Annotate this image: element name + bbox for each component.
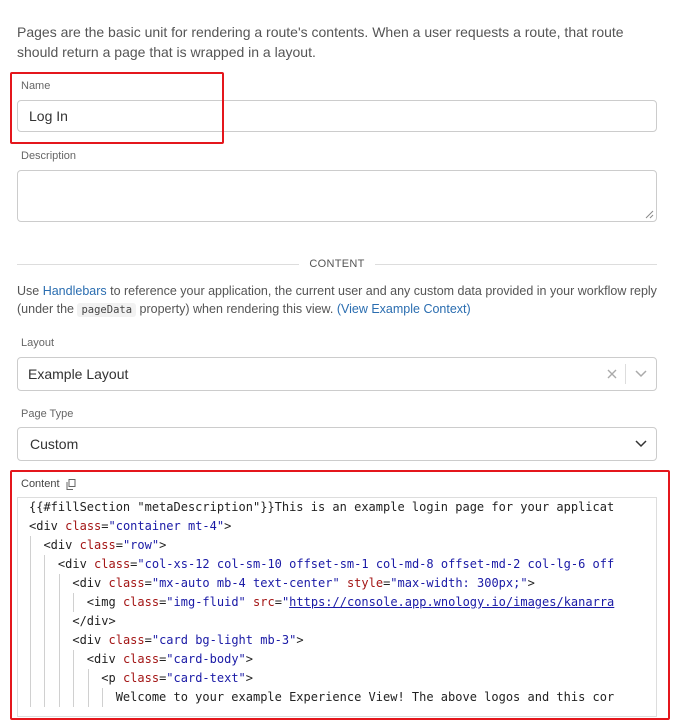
indent-guide xyxy=(30,688,31,707)
content-divider-label: CONTENT xyxy=(309,258,365,270)
indent-guide xyxy=(58,688,60,707)
view-example-context-link[interactable]: (View Example Context) xyxy=(337,302,471,316)
code-line: </div> xyxy=(18,612,656,631)
pagedata-code: pageData xyxy=(77,303,137,317)
page-type-label: Page Type xyxy=(21,408,74,420)
intro-text: Pages are the basic unit for rendering a… xyxy=(17,24,624,60)
content-label: Content xyxy=(21,478,60,490)
copy-icon[interactable] xyxy=(66,478,76,490)
indent-guide xyxy=(87,688,89,707)
indent-guide xyxy=(44,555,46,574)
code-line: <div class="container mt-4"> xyxy=(29,519,232,533)
page-type-select[interactable]: Custom xyxy=(17,427,657,461)
description-textarea[interactable] xyxy=(17,170,657,222)
name-input[interactable]: Log In xyxy=(17,100,657,132)
indent-guide xyxy=(58,612,60,631)
resize-grip-icon[interactable] xyxy=(645,210,654,219)
indent-guide xyxy=(44,631,46,650)
chevron-down-icon[interactable] xyxy=(626,428,656,460)
indent-guide xyxy=(44,669,46,688)
layout-select[interactable]: Example Layout xyxy=(17,357,657,391)
indent-guide xyxy=(44,688,46,707)
content-label-row: Content xyxy=(21,478,76,490)
layout-label: Layout xyxy=(21,337,55,349)
code-line: <img class="img-fluid" src="https://cons… xyxy=(18,593,656,612)
indent-guide xyxy=(58,593,60,612)
indent-guide xyxy=(30,593,31,612)
indent-guide xyxy=(44,593,46,612)
indent-guide xyxy=(30,555,31,574)
code-line: <div class="row"> xyxy=(18,536,656,555)
divider-line-left xyxy=(17,263,300,265)
help-prefix: Use xyxy=(17,284,43,298)
content-code-editor[interactable]: {{#fillSection "metaDescription"}}This i… xyxy=(17,497,657,717)
code-line: <div class="card-body"> xyxy=(18,650,656,669)
indent-guide xyxy=(73,669,75,688)
indent-guide xyxy=(58,631,60,650)
indent-guide xyxy=(73,650,75,669)
handlebars-link[interactable]: Handlebars xyxy=(43,284,107,298)
clear-icon[interactable] xyxy=(599,358,625,390)
indent-guide xyxy=(87,669,89,688)
content-divider: CONTENT xyxy=(17,256,658,272)
indent-guide xyxy=(30,650,31,669)
code-line: <div class="mx-auto mb-4 text-center" st… xyxy=(18,574,656,593)
indent-guide xyxy=(58,650,60,669)
code-line: Welcome to your example Experience View!… xyxy=(18,688,656,707)
indent-guide xyxy=(58,669,60,688)
indent-guide xyxy=(73,593,75,612)
indent-guide xyxy=(44,612,46,631)
code-line: <div class="col-xs-12 col-sm-10 offset-s… xyxy=(18,555,656,574)
chevron-down-icon[interactable] xyxy=(626,358,656,390)
indent-guide xyxy=(102,688,104,707)
divider-line-right xyxy=(374,263,658,265)
help-after-code: property) when rendering this view. xyxy=(136,302,337,316)
description-label: Description xyxy=(21,150,77,162)
indent-guide xyxy=(44,574,46,593)
code-line: <div class="card bg-light mb-3"> xyxy=(18,631,656,650)
indent-guide xyxy=(30,574,31,593)
content-help-text: Use Handlebars to reference your applica… xyxy=(17,282,662,319)
name-label: Name xyxy=(21,80,51,92)
code-line: <p class="card-text"> xyxy=(18,669,656,688)
indent-guide xyxy=(30,631,31,650)
layout-select-value: Example Layout xyxy=(28,366,129,382)
indent-guide xyxy=(58,574,60,593)
indent-guide xyxy=(30,612,31,631)
page-type-select-value: Custom xyxy=(30,436,79,452)
indent-guide xyxy=(30,669,31,688)
indent-guide xyxy=(73,688,75,707)
code-line: {{#fillSection "metaDescription"}}This i… xyxy=(29,500,615,514)
indent-guide xyxy=(44,650,46,669)
indent-guide xyxy=(30,536,31,555)
